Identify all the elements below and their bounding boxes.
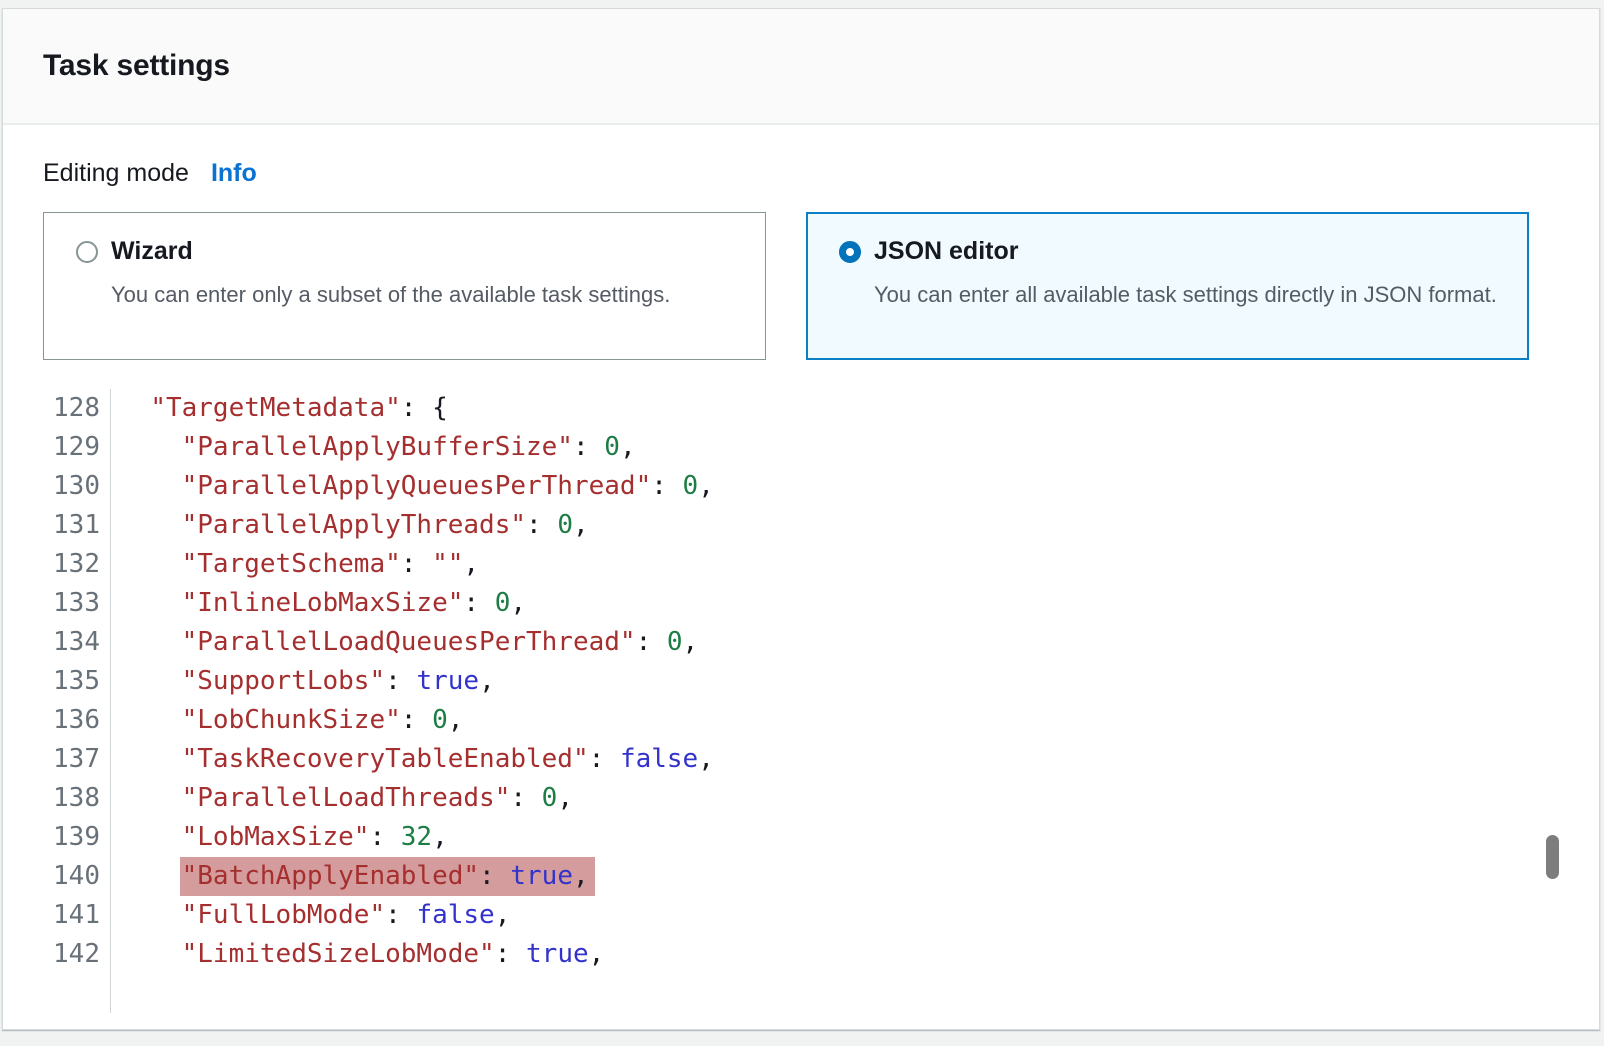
code-line[interactable]: 128 "TargetMetadata": { [3,389,1599,428]
code-content [111,974,119,1013]
code-content: "BatchApplyEnabled": true, [111,857,595,896]
code-line[interactable]: 131 "ParallelApplyThreads": 0, [3,506,1599,545]
line-number: 139 [3,818,111,857]
code-content: "SupportLobs": true, [111,662,495,701]
code-content: "LimitedSizeLobMode": true, [111,935,604,974]
code-content: "TargetSchema": "", [111,545,479,584]
info-link[interactable]: Info [211,159,257,188]
code-lines: 128 "TargetMetadata": {129 "ParallelAppl… [3,389,1599,1013]
panel-header: Task settings [3,9,1599,125]
editing-mode-tiles: Wizard You can enter only a subset of th… [43,212,1559,360]
line-number: 135 [3,662,111,701]
page-title: Task settings [43,49,230,83]
line-number: 129 [3,428,111,467]
code-line[interactable]: 141 "FullLobMode": false, [3,896,1599,935]
json-editor-description: You can enter all available task setting… [874,278,1500,311]
code-content: "FullLobMode": false, [111,896,510,935]
line-number: 142 [3,935,111,974]
code-content: "TargetMetadata": { [111,389,448,428]
code-content: "LobMaxSize": 32, [111,818,448,857]
json-code-editor[interactable]: 128 "TargetMetadata": {129 "ParallelAppl… [3,389,1599,1013]
editing-mode-label: Editing mode [43,159,189,188]
wizard-label: Wizard [111,237,193,266]
code-line[interactable]: 132 "TargetSchema": "", [3,545,1599,584]
code-line[interactable]: 130 "ParallelApplyQueuesPerThread": 0, [3,467,1599,506]
highlighted-code: "BatchApplyEnabled": true, [180,857,595,896]
tile-wizard[interactable]: Wizard You can enter only a subset of th… [43,212,766,360]
line-number: 137 [3,740,111,779]
code-content: "LobChunkSize": 0, [111,701,463,740]
code-line[interactable]: 139 "LobMaxSize": 32, [3,818,1599,857]
editor-scrollbar-thumb[interactable] [1546,835,1559,879]
code-line[interactable]: 137 "TaskRecoveryTableEnabled": false, [3,740,1599,779]
line-number: 136 [3,701,111,740]
line-number: 131 [3,506,111,545]
line-number [3,974,111,1013]
code-line[interactable]: 138 "ParallelLoadThreads": 0, [3,779,1599,818]
code-line[interactable]: 129 "ParallelApplyBufferSize": 0, [3,428,1599,467]
code-line[interactable]: 135 "SupportLobs": true, [3,662,1599,701]
radio-selected-icon[interactable] [839,241,861,263]
task-settings-panel: Task settings Editing mode Info Wizard Y… [2,8,1600,1030]
json-editor-label: JSON editor [874,237,1018,266]
line-number: 128 [3,389,111,428]
code-line[interactable]: 142 "LimitedSizeLobMode": true, [3,935,1599,974]
code-content: "ParallelApplyThreads": 0, [111,506,589,545]
line-number: 134 [3,623,111,662]
code-line[interactable]: 133 "InlineLobMaxSize": 0, [3,584,1599,623]
code-content: "InlineLobMaxSize": 0, [111,584,526,623]
panel-body: Editing mode Info Wizard You can enter o… [3,125,1599,360]
wizard-radio-row: Wizard [76,237,737,266]
code-line[interactable] [3,974,1599,1013]
code-content: "ParallelApplyBufferSize": 0, [111,428,636,467]
line-number: 141 [3,896,111,935]
line-number: 130 [3,467,111,506]
radio-unselected-icon[interactable] [76,241,98,263]
line-number: 140 [3,857,111,896]
editing-mode-row: Editing mode Info [43,159,1559,188]
code-line[interactable]: 134 "ParallelLoadQueuesPerThread": 0, [3,623,1599,662]
line-number: 138 [3,779,111,818]
code-content: "ParallelLoadThreads": 0, [111,779,573,818]
json-editor-radio-row: JSON editor [839,237,1500,266]
code-content: "ParallelLoadQueuesPerThread": 0, [111,623,698,662]
tile-json-editor[interactable]: JSON editor You can enter all available … [806,212,1529,360]
code-line[interactable]: 136 "LobChunkSize": 0, [3,701,1599,740]
wizard-description: You can enter only a subset of the avail… [111,278,737,311]
code-content: "TaskRecoveryTableEnabled": false, [111,740,714,779]
code-line[interactable]: 140 "BatchApplyEnabled": true, [3,857,1599,896]
line-number: 132 [3,545,111,584]
line-number: 133 [3,584,111,623]
code-content: "ParallelApplyQueuesPerThread": 0, [111,467,714,506]
